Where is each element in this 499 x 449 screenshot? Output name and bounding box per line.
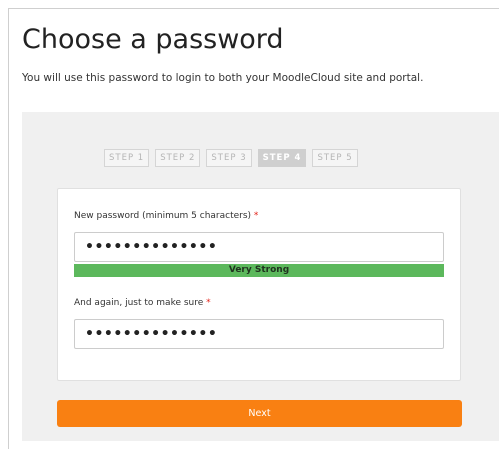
next-button[interactable]: Next — [57, 400, 462, 427]
step-2: STEP 2 — [155, 149, 201, 167]
step-3: STEP 3 — [206, 149, 252, 167]
confirm-label-text: And again, just to make sure — [74, 298, 204, 308]
step-4-current: STEP 4 — [257, 149, 307, 167]
new-password-input[interactable]: •••••••••••••• — [74, 232, 444, 262]
page-subtitle: You will use this password to login to b… — [22, 72, 424, 84]
confirm-password-label: And again, just to make sure * — [74, 298, 211, 308]
confirm-password-input[interactable]: •••••••••••••• — [74, 319, 444, 349]
password-label-text: New password (minimum 5 characters) — [74, 211, 252, 221]
page-title: Choose a password — [22, 24, 284, 55]
required-marker: * — [206, 298, 211, 308]
step-5: STEP 5 — [312, 149, 358, 167]
password-label: New password (minimum 5 characters) * — [74, 211, 258, 221]
step-1: STEP 1 — [104, 149, 150, 167]
required-marker: * — [253, 211, 259, 221]
step-indicator: STEP 1 STEP 2 STEP 3 STEP 4 STEP 5 — [104, 149, 358, 167]
password-strength-meter: Very Strong — [74, 264, 444, 277]
